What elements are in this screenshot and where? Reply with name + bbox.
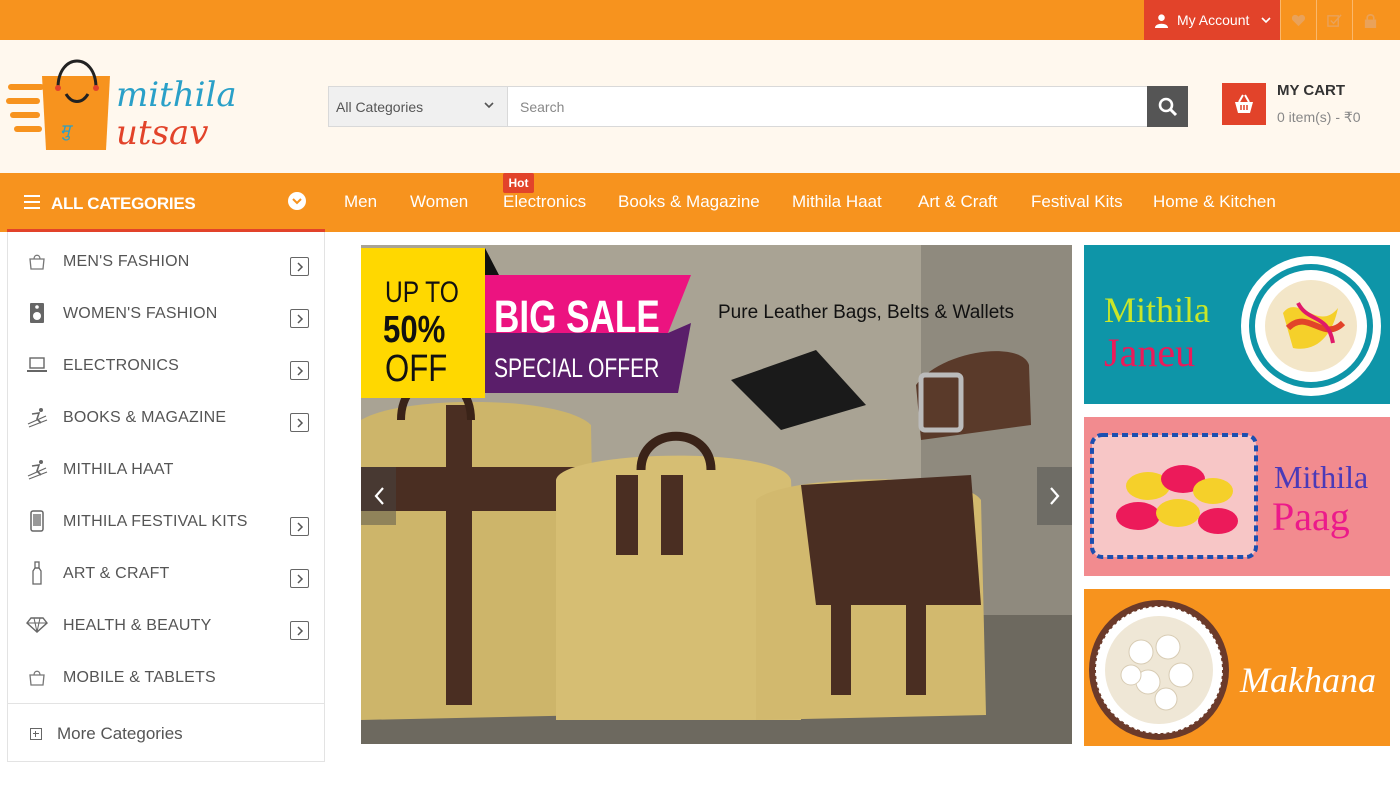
hero-tagline: Pure Leather Bags, Belts & Wallets xyxy=(718,302,1015,323)
category-select-value: All Categories xyxy=(336,98,424,115)
chevron-right-icon xyxy=(290,569,309,588)
paag-image xyxy=(1090,433,1258,559)
nav-item-festival-kits[interactable]: Festival Kits xyxy=(1031,192,1123,212)
chevron-down-circle-icon xyxy=(288,192,306,210)
chevron-right-icon xyxy=(290,621,309,640)
special-offer-text: SPECIAL OFFER xyxy=(494,353,660,383)
sidebar-item-label: MITHILA HAAT xyxy=(63,461,174,478)
sidebar-item-mens-fashion[interactable]: MEN'S FASHION xyxy=(8,235,324,287)
skier-icon xyxy=(26,406,48,428)
sidebar-item-label: WOMEN'S FASHION xyxy=(63,305,218,322)
nav-item-men[interactable]: Men xyxy=(344,192,377,212)
chevron-down-icon xyxy=(1261,17,1271,24)
search-icon xyxy=(1158,97,1177,116)
cart-title[interactable]: MY CART xyxy=(1277,82,1345,99)
wishlist-button[interactable] xyxy=(1280,0,1316,40)
sidebar-item-mithila-festival-kits[interactable]: MITHILA FESTIVAL KITS xyxy=(8,495,324,547)
slider-prev-button[interactable] xyxy=(361,467,396,525)
chevron-right-icon xyxy=(290,257,309,276)
all-categories-label: ALL CATEGORIES xyxy=(51,194,196,213)
laptop-icon xyxy=(26,354,48,376)
my-account-dropdown[interactable]: My Account xyxy=(1144,0,1280,40)
user-icon xyxy=(1154,13,1169,28)
cart-summary: 0 item(s) - ₹0 xyxy=(1277,109,1361,125)
slider-next-button[interactable] xyxy=(1037,467,1072,525)
up-to-text: UP TO xyxy=(385,276,459,309)
sidebar-item-mithila-haat[interactable]: MITHILA HAAT xyxy=(8,443,324,495)
category-select[interactable]: All Categories xyxy=(329,87,508,126)
category-sidebar: MEN'S FASHION WOMEN'S FASHION ELECTRONIC… xyxy=(7,232,325,762)
banner1-line2: Janeu xyxy=(1104,330,1196,375)
nav-item-mithila-haat[interactable]: Mithila Haat xyxy=(792,192,882,212)
hero-slider: UP TO 50% OFF BIG SALE SPECIAL OFFER Pur… xyxy=(361,245,1072,744)
cart-button[interactable] xyxy=(1222,83,1266,125)
sale-badge-yellow: UP TO 50% OFF xyxy=(361,248,485,398)
speaker-icon xyxy=(26,302,48,324)
percent-text: 50% xyxy=(383,309,446,351)
chevron-down-icon xyxy=(484,102,494,109)
sidebar-item-mobile-tablets[interactable]: MOBILE & TABLETS xyxy=(8,651,324,703)
nav-item-women[interactable]: Women xyxy=(410,192,468,212)
all-categories-toggle[interactable]: ALL CATEGORIES xyxy=(7,173,325,232)
site-logo[interactable]: मु mithila utsav xyxy=(6,54,240,154)
banner-mithila-paag[interactable]: Mithila Paag xyxy=(1084,417,1390,576)
chevron-right-icon xyxy=(290,413,309,432)
off-text: OFF xyxy=(385,348,448,390)
banner-makhana[interactable]: Makhana xyxy=(1084,589,1390,746)
sidebar-item-label: MOBILE & TABLETS xyxy=(63,669,216,686)
sidebar-item-label: BOOKS & MAGAZINE xyxy=(63,409,227,426)
makhana-image xyxy=(1089,600,1229,740)
diamond-icon xyxy=(26,614,48,636)
banner2-line1: Mithila xyxy=(1274,459,1369,495)
banner3-text: Makhana xyxy=(1240,660,1376,700)
sidebar-item-health-beauty[interactable]: HEALTH & BEAUTY xyxy=(8,599,324,651)
checklist-icon xyxy=(1327,13,1342,27)
banner2-line2: Paag xyxy=(1272,494,1350,539)
janeu-image xyxy=(1241,256,1381,396)
plus-icon xyxy=(30,728,42,740)
phone-icon xyxy=(26,510,48,532)
logo-line2: utsav xyxy=(116,113,209,153)
basket-icon xyxy=(1235,94,1253,113)
search-bar: All Categories xyxy=(328,86,1188,127)
nav-item-art-craft[interactable]: Art & Craft xyxy=(918,192,997,212)
logo-line1: mithila xyxy=(116,75,237,115)
big-sale-text: BIG SALE xyxy=(494,291,660,342)
hamburger-icon xyxy=(24,195,40,209)
sidebar-item-label: HEALTH & BEAUTY xyxy=(63,617,212,634)
skier-icon xyxy=(26,458,48,480)
checkout-button[interactable] xyxy=(1316,0,1352,40)
banner1-line1: Mithila xyxy=(1104,290,1210,330)
bottle-icon xyxy=(26,561,48,585)
nav-item-books-magazine[interactable]: Books & Magazine xyxy=(618,192,760,212)
search-button[interactable] xyxy=(1147,86,1188,127)
chevron-right-icon xyxy=(290,309,309,328)
chevron-right-icon xyxy=(290,517,309,536)
sidebar-item-label: ART & CRAFT xyxy=(63,565,170,582)
heart-icon xyxy=(1291,14,1306,26)
bag-icon xyxy=(26,666,48,688)
my-account-label: My Account xyxy=(1177,12,1250,28)
nav-item-electronics[interactable]: Electronics xyxy=(503,192,586,212)
sidebar-item-label: ELECTRONICS xyxy=(63,357,179,374)
sidebar-item-label: MEN'S FASHION xyxy=(63,253,190,270)
more-categories-button[interactable]: More Categories xyxy=(8,703,324,761)
sidebar-item-label: MITHILA FESTIVAL KITS xyxy=(63,513,248,530)
sidebar-item-art-craft[interactable]: ART & CRAFT xyxy=(8,547,324,599)
sidebar-item-electronics[interactable]: ELECTRONICS xyxy=(8,339,324,391)
chevron-left-icon xyxy=(374,487,384,505)
chevron-right-icon xyxy=(1049,487,1059,505)
chevron-right-icon xyxy=(290,361,309,380)
sidebar-item-womens-fashion[interactable]: WOMEN'S FASHION xyxy=(8,287,324,339)
bag-icon xyxy=(26,250,48,272)
banner-mithila-janeu[interactable]: Mithila Janeu xyxy=(1084,245,1390,404)
nav-item-home-kitchen[interactable]: Home & Kitchen xyxy=(1153,192,1276,212)
lock-icon xyxy=(1364,13,1377,28)
search-input[interactable] xyxy=(509,87,1147,126)
sidebar-item-books-magazine[interactable]: BOOKS & MAGAZINE xyxy=(8,391,324,443)
hot-badge: Hot xyxy=(503,173,534,193)
login-button[interactable] xyxy=(1352,0,1388,40)
more-categories-label: More Categories xyxy=(57,724,183,743)
